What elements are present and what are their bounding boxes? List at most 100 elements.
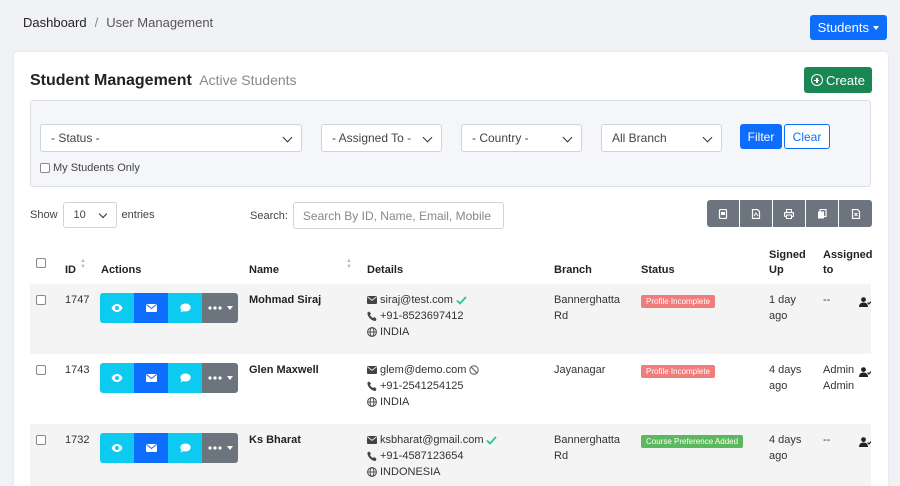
row-email[interactable]: glem@demo.com (380, 362, 466, 378)
entries-value: 10 (73, 209, 86, 221)
chevron-down-icon (422, 132, 433, 143)
row-action-group (100, 293, 238, 323)
excel-export-button[interactable] (839, 200, 872, 227)
chat-button[interactable] (168, 363, 202, 393)
row-action-group (100, 363, 238, 393)
ellipsis-icon (207, 376, 222, 380)
copy-icon (818, 208, 827, 218)
status-badge: Course Preference Added (641, 435, 744, 448)
caret-down-icon (226, 306, 233, 310)
entries-label: entries (121, 209, 155, 221)
students-dropdown-button[interactable]: Students (809, 15, 887, 40)
row-name[interactable]: Ks Bharat (249, 432, 301, 448)
row-email[interactable]: siraj@test.com (380, 292, 453, 308)
pdf-icon (751, 208, 761, 219)
row-details: ksbharat@gmail.com +91-4587123654 INDONE… (367, 432, 498, 480)
column-header-actions: Actions (101, 264, 142, 276)
assigned-to-line-2: to (823, 264, 834, 276)
status-filter-select[interactable]: - Status - (40, 124, 302, 152)
row-checkbox[interactable] (36, 435, 46, 445)
row-assigned-line-1: Admin (823, 364, 855, 376)
show-label: Show (30, 209, 58, 221)
row-branch-line-1: Bannerghatta (554, 434, 621, 446)
entries-select[interactable]: 10 (62, 202, 117, 228)
row-assigned-line-1: -- (823, 434, 831, 446)
copy-button[interactable] (806, 200, 839, 227)
row-branch: Jayanagar (554, 362, 605, 378)
select-all-checkbox[interactable] (36, 258, 46, 268)
column-header-name[interactable]: Name (249, 263, 279, 278)
pdf-export-button[interactable] (740, 200, 773, 227)
row-checkbox[interactable] (36, 365, 46, 375)
column-header-branch[interactable]: Branch (554, 263, 592, 278)
row-signed-up: 4 days ago (769, 362, 801, 394)
row-phone: +91-2541254125 (380, 380, 464, 392)
assigned-to-line-1: Assigned (823, 249, 873, 261)
chat-button[interactable] (168, 433, 202, 463)
row-signed-up: 4 days ago (769, 432, 801, 464)
breadcrumb-current: User Management (106, 15, 214, 30)
row-signed-up: 1 day ago (769, 292, 796, 324)
students-button-label: Students (817, 20, 869, 35)
view-button[interactable] (100, 433, 134, 463)
globe-icon (367, 327, 377, 337)
row-email[interactable]: ksbharat@gmail.com (380, 432, 483, 448)
row-name[interactable]: Glen Maxwell (249, 362, 319, 378)
phone-line: +91-4587123654 (367, 448, 497, 464)
column-header-assigned-to[interactable]: Assigned to (823, 248, 873, 278)
phone-icon (367, 311, 377, 321)
filter-panel: - Status - - Assigned To - - Country - A… (30, 100, 871, 187)
filter-button[interactable]: Filter (740, 124, 782, 149)
my-students-only-toggle[interactable]: My Students Only (40, 162, 140, 174)
assigned-to-filter-select[interactable]: - Assigned To - (321, 124, 442, 152)
breadcrumb-dashboard[interactable]: Dashboard (23, 15, 87, 30)
row-assigned-line-1: -- (823, 294, 831, 306)
more-actions-button[interactable] (202, 293, 238, 323)
user-assign-icon (859, 437, 871, 447)
plus-circle-icon (810, 74, 823, 86)
row-assigned-to: -- (823, 292, 830, 308)
signed-up-line-2: Up (769, 264, 784, 276)
table-row: 1732 Ks Bharat ksbharat@gmail.com +91-45… (30, 424, 871, 486)
clear-button[interactable]: Clear (784, 124, 830, 149)
create-button-label: Create (825, 72, 865, 88)
column-header-signed-up[interactable]: Signed Up (769, 248, 806, 278)
email-button[interactable] (134, 433, 168, 463)
create-button[interactable]: Create (803, 67, 872, 93)
assign-user-button[interactable] (859, 297, 871, 307)
status-badge: Profile Incomplete (641, 365, 716, 378)
column-header-id[interactable]: ID (65, 263, 76, 278)
row-checkbox[interactable] (36, 295, 46, 305)
assign-user-button[interactable] (859, 437, 871, 447)
row-name[interactable]: Mohmad Siraj (249, 292, 321, 308)
row-signed-line-1: 4 days (769, 364, 802, 376)
country-filter-select[interactable]: - Country - (461, 124, 582, 152)
entries-length-control: Show 10 entries (30, 202, 155, 228)
email-button[interactable] (134, 363, 168, 393)
more-actions-button[interactable] (202, 433, 238, 463)
row-id: 1747 (65, 294, 90, 306)
assign-user-button[interactable] (859, 367, 871, 377)
more-actions-button[interactable] (202, 363, 238, 393)
chat-button[interactable] (168, 293, 202, 323)
branch-filter-select[interactable]: All Branch (601, 124, 722, 152)
view-button[interactable] (100, 293, 134, 323)
print-button[interactable] (773, 200, 806, 227)
my-students-checkbox[interactable] (40, 163, 50, 173)
student-management-card: Student Management Active Students Creat… (14, 52, 888, 486)
chevron-down-icon (702, 132, 713, 143)
country-line: INDONESIA (367, 464, 497, 480)
csv-export-button[interactable] (707, 200, 740, 227)
print-icon (784, 208, 794, 219)
breadcrumb: Dashboard / User Management (23, 15, 213, 30)
envelope-icon (367, 436, 377, 444)
phone-icon (367, 451, 377, 461)
view-button[interactable] (100, 363, 134, 393)
email-button[interactable] (134, 293, 168, 323)
page-title: Student Management Active Students (30, 72, 297, 90)
email-line: siraj@test.com (367, 292, 467, 308)
sort-icon: ▲ ▼ (80, 258, 86, 270)
column-header-status[interactable]: Status (641, 263, 675, 278)
phone-line: +91-2541254125 (367, 378, 479, 394)
search-input[interactable] (292, 202, 504, 229)
